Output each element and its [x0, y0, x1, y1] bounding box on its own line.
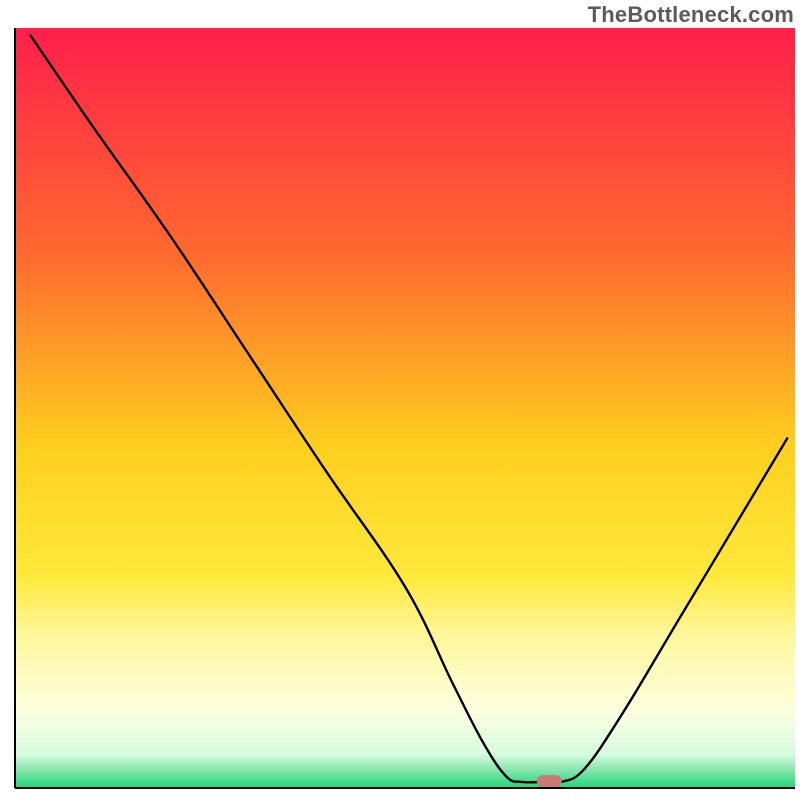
gradient-background: [15, 28, 795, 788]
optimal-marker: [537, 775, 562, 787]
plot-area: [15, 28, 795, 788]
chart-frame: TheBottleneck.com: [0, 0, 800, 800]
watermark-text: TheBottleneck.com: [588, 2, 794, 28]
bottleneck-chart: [0, 0, 800, 800]
